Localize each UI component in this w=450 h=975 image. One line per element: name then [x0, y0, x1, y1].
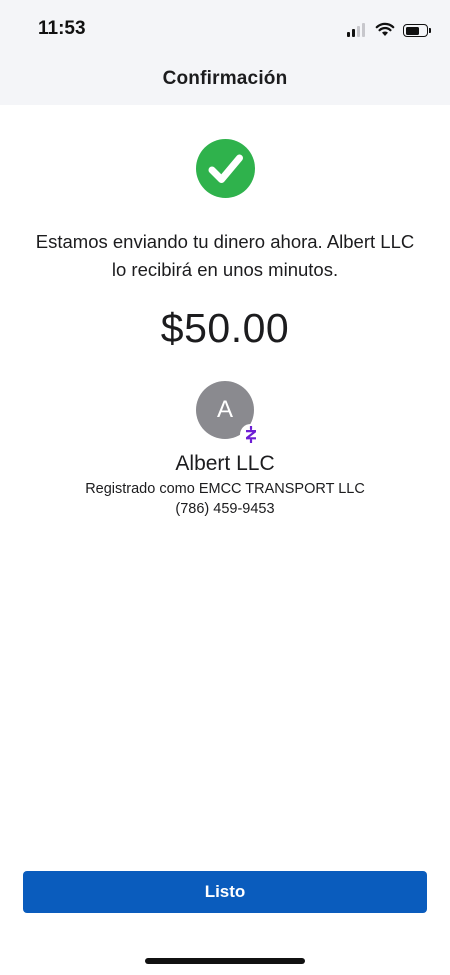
recipient-name: Albert LLC	[175, 452, 275, 475]
home-indicator[interactable]	[145, 958, 305, 964]
zelle-badge	[240, 424, 261, 445]
avatar-initial: A	[216, 396, 233, 423]
done-button[interactable]: Listo	[23, 871, 427, 913]
top-bar: 11:53 Confirmación	[0, 0, 450, 105]
status-icons	[347, 21, 431, 37]
page-title: Confirmación	[162, 68, 288, 89]
status-time: 11:53	[38, 18, 86, 39]
battery-icon	[403, 24, 431, 37]
recipient-phone: (786) 459-9453	[175, 501, 275, 517]
cellular-signal-icon	[347, 23, 367, 37]
battery-level	[405, 26, 420, 35]
wifi-icon	[375, 22, 395, 36]
confirmation-message: Estamos enviando tu dinero ahora. Albert…	[35, 231, 415, 280]
amount-sent: $50.00	[160, 305, 290, 351]
zelle-icon	[245, 426, 256, 443]
recipient-registered-as: Registrado como EMCC TRANSPORT LLC	[85, 481, 365, 497]
checkmark-circle-icon	[196, 139, 255, 198]
